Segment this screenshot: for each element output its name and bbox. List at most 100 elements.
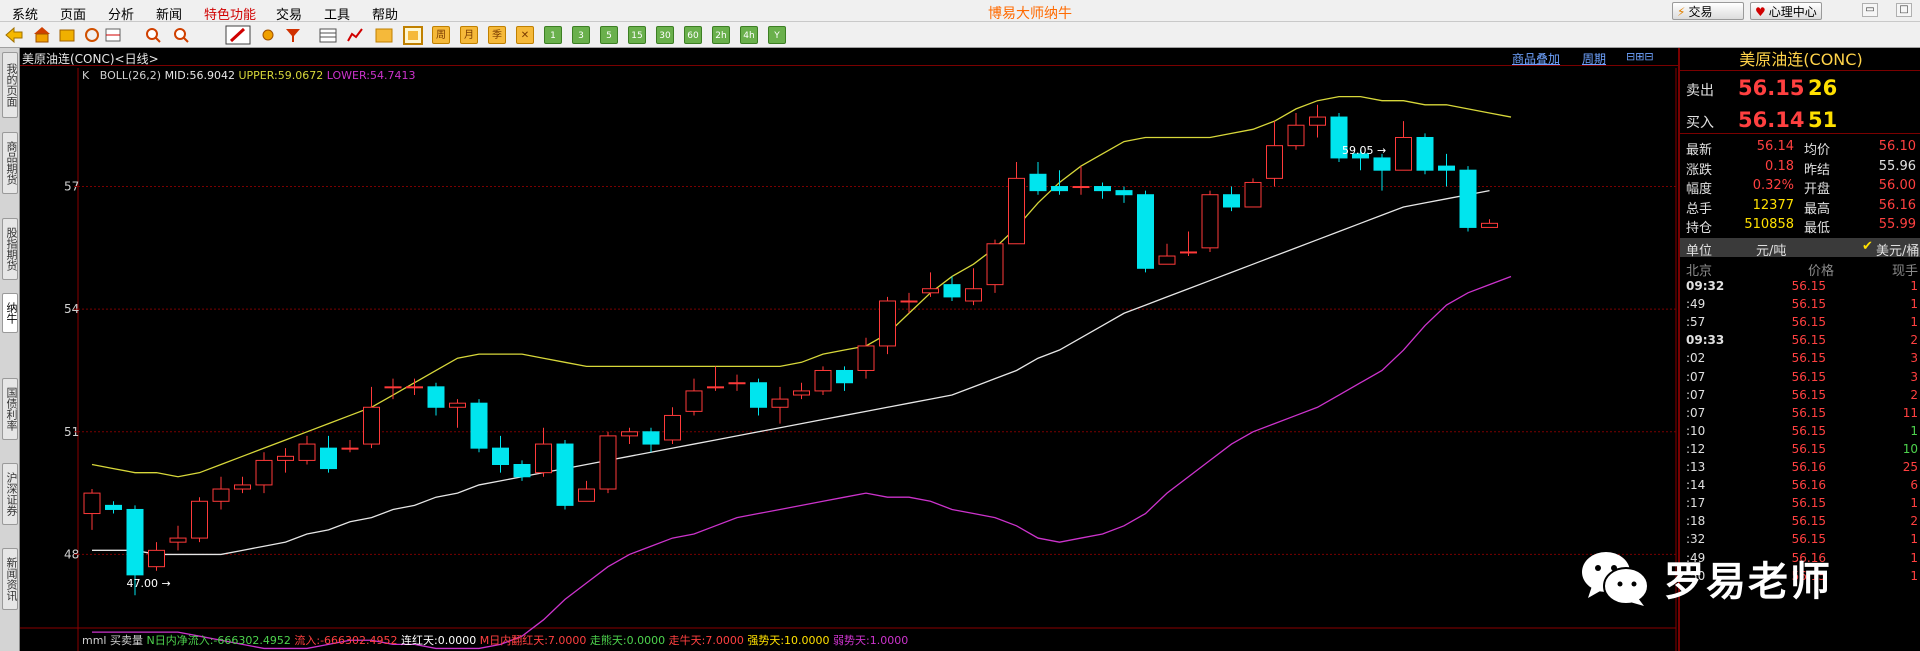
tick-cell: 56.15 xyxy=(1791,279,1826,293)
quote-cell: 56.10 xyxy=(1878,139,1916,154)
candle-down xyxy=(1051,186,1068,192)
quote-row: 涨跌 0.18 昨结 55.96 xyxy=(1680,158,1920,178)
tick-row: :18 56.15 2 xyxy=(1680,512,1920,530)
tick-row: :17 56.15 1 xyxy=(1680,494,1920,512)
quote-cell: 最低 xyxy=(1804,221,1831,236)
tick-row: :07 56.15 11 xyxy=(1680,404,1920,422)
candle-down xyxy=(126,508,144,576)
tick-cell: :18 xyxy=(1686,514,1706,529)
candle-down xyxy=(556,443,574,506)
mml-item-0: mml 买卖量 xyxy=(82,634,147,647)
tick-cell: 56.15 xyxy=(1791,387,1826,402)
tick-cell: :14 xyxy=(1686,478,1706,493)
tick-cell: :13 xyxy=(1686,460,1706,474)
boll-upper: UPPER:59.0672 xyxy=(238,69,324,82)
tick-cell: :57 xyxy=(1686,315,1706,330)
candle-up xyxy=(191,500,208,539)
tick-cell: 56.15 xyxy=(1791,297,1826,312)
tick-cell: :07 xyxy=(1686,387,1706,402)
tick-cell: 56.15 xyxy=(1791,496,1826,511)
unit-alt[interactable]: 美元/桶 xyxy=(1876,240,1919,259)
candle-down xyxy=(1029,173,1047,192)
tick-row: :12 56.15 10 xyxy=(1680,440,1920,458)
quote-row: 幅度 0.32% 开盘 56.00 xyxy=(1680,177,1920,197)
candle-up xyxy=(707,386,724,389)
quote-cell: 均价 xyxy=(1804,143,1831,158)
candle-up xyxy=(1481,222,1498,228)
tick-cell: :10 xyxy=(1686,423,1706,438)
watermark: 罗易老师 xyxy=(1578,548,1832,608)
candle-up xyxy=(341,447,359,450)
boll-upper-line xyxy=(91,95,1512,478)
candle-up xyxy=(814,369,832,392)
tick-cell: 56.15 xyxy=(1791,532,1826,547)
tick-cell: 56.15 xyxy=(1791,423,1826,438)
mml-indicator-line: mml 买卖量 N日内净流入:-666302.4952 流入:-666302.4… xyxy=(82,632,908,648)
candle-up xyxy=(1395,136,1412,171)
candle-down xyxy=(1416,136,1434,171)
mml-item-2: 流入:-666302.4952 xyxy=(294,634,402,647)
tick-cell: 1 xyxy=(1910,532,1918,547)
quote-cell: 昨结 xyxy=(1804,162,1831,178)
quote-cell: 0.32% xyxy=(1752,178,1794,193)
tick-cell: :12 xyxy=(1686,441,1706,456)
tick-cell: 3 xyxy=(1910,351,1918,366)
tick-cell: 56.15 xyxy=(1791,351,1826,366)
candle-up xyxy=(1072,186,1090,189)
tick-cell: 56.16 xyxy=(1791,478,1826,493)
quote-cell: 开盘 xyxy=(1804,182,1831,197)
tick-cell: :07 xyxy=(1686,369,1706,384)
tick-header: 北京 价格 现手 xyxy=(1680,258,1920,279)
candle-up xyxy=(1309,116,1326,126)
candle-up xyxy=(363,406,380,445)
tick-row: :10 56.15 1 xyxy=(1680,422,1920,440)
candle-up xyxy=(599,435,617,490)
watermark-text: 罗易老师 xyxy=(1664,559,1832,605)
candle-up xyxy=(900,300,918,303)
tick-row: :14 56.16 6 xyxy=(1680,476,1920,494)
candle-down xyxy=(642,431,660,445)
buy-label: 买入 xyxy=(1686,115,1714,131)
tick-row: 09:32 56.15 1 xyxy=(1680,277,1920,295)
candle-up xyxy=(406,386,423,389)
candle-down xyxy=(513,463,531,478)
tick-cell: 1 xyxy=(1910,496,1918,511)
tick-cell: 1 xyxy=(1910,423,1918,438)
tick-cell: 2 xyxy=(1910,514,1918,529)
candle-up xyxy=(1008,177,1025,245)
quote-row: 持仓 510858 最低 55.99 xyxy=(1680,216,1920,236)
candle-down xyxy=(1137,194,1154,269)
mml-item-7: 强势天:10.0000 xyxy=(747,634,834,647)
boll-mid-line xyxy=(92,189,1490,556)
tick-cell: :07 xyxy=(1686,405,1706,420)
tick-cell: 1 xyxy=(1910,568,1918,583)
candle-up xyxy=(793,390,810,396)
candle-up xyxy=(879,300,896,347)
candle-up xyxy=(255,459,273,486)
tick-row: :32 56.15 1 xyxy=(1680,530,1920,548)
unit-value[interactable]: 元/吨 xyxy=(1756,240,1786,259)
tick-cell: 56.16 xyxy=(1791,460,1826,474)
quote-cell: 55.96 xyxy=(1878,158,1916,174)
tick-row: :07 56.15 2 xyxy=(1680,386,1920,404)
buy-price: 56.14 xyxy=(1738,108,1805,132)
candle-up xyxy=(449,402,466,408)
quote-cell: 12377 xyxy=(1752,197,1794,213)
candle-up xyxy=(728,382,746,385)
tick-cell: 10 xyxy=(1902,441,1918,456)
candle-up xyxy=(384,386,402,389)
quote-cell: 56.14 xyxy=(1756,139,1794,154)
tick-row: :57 56.15 1 xyxy=(1680,313,1920,331)
quote-row: 总手 12377 最高 56.16 xyxy=(1680,197,1920,217)
candle-up xyxy=(277,455,294,461)
mml-item-3: 连红天:0.0000 xyxy=(401,634,480,647)
tick-cell: 56.15 xyxy=(1791,315,1826,330)
tick-cell: 6 xyxy=(1910,478,1918,493)
quote-cell: 幅度 xyxy=(1686,182,1713,197)
boll-name: BOLL(26,2) xyxy=(99,69,162,82)
mml-item-6: 走牛天:7.0000 xyxy=(668,634,748,647)
quote-cell: 持仓 xyxy=(1686,221,1713,236)
candle-down xyxy=(1223,194,1240,208)
quote-cell: 510858 xyxy=(1744,217,1794,232)
tick-cell: 09:33 xyxy=(1686,333,1725,348)
